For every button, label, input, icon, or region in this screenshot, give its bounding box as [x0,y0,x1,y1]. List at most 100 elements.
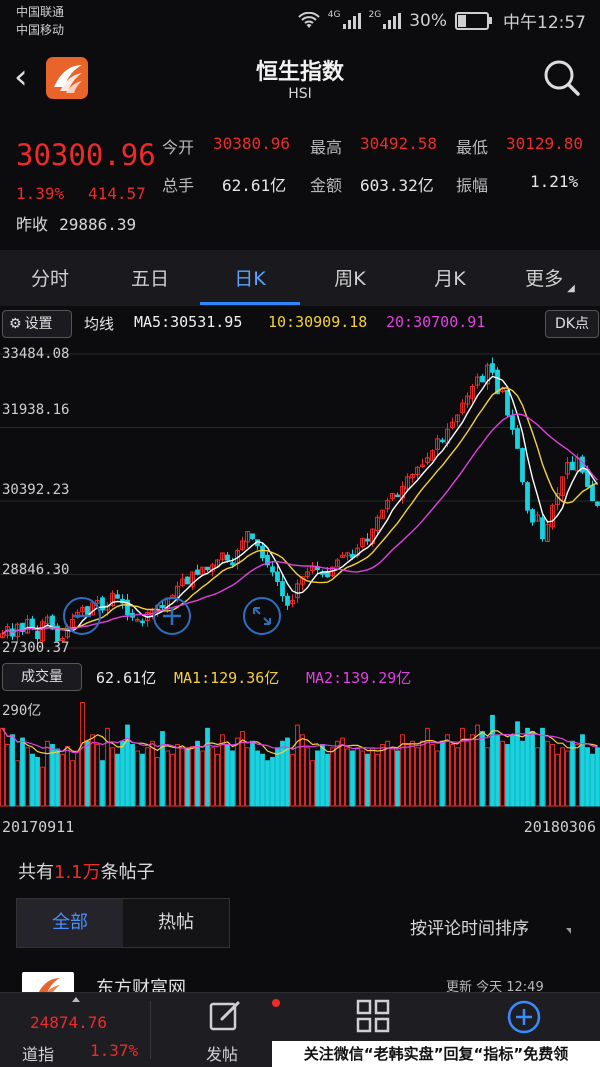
clock: 中午12:57 [503,13,586,33]
dow-index-value[interactable]: 24874.76 [30,1013,107,1032]
tab-hot-posts[interactable]: 热帖 [123,899,229,947]
dk-point-button[interactable]: DK点 [545,310,599,338]
volume-bar [455,747,460,807]
volume-bar [120,740,125,807]
prev-close-value: 29886.39 [59,215,137,234]
volume-bar [35,756,40,807]
network-2: 2G [368,9,382,20]
candle-body [595,501,600,506]
volume-bar [470,734,475,807]
candle-body [140,620,145,624]
tab-all-posts[interactable]: 全部 [17,899,123,947]
ma20-value: 20:30700.91 [386,313,486,331]
y-tick: 27300.37 [2,640,70,656]
candle-body [185,576,190,585]
search-icon[interactable] [540,56,584,100]
candle-body [275,571,280,582]
candle-body [365,538,370,542]
volume-bar [335,740,340,807]
volume-bar [330,747,335,807]
current-price: 30300.96 [16,138,156,172]
tab-more[interactable]: 更多 ◢ [500,250,600,306]
dow-index-percent: 1.37% [90,1041,139,1060]
tab-daily-k[interactable]: 日K [200,250,300,306]
volume-bar [420,740,425,807]
candle-body [250,533,255,540]
carrier-2: 中国移动 [16,23,65,37]
volume-bar: 成交量 62.61亿 MA1:129.36亿 MA2:139.29亿 [0,660,600,692]
volume-bar [85,740,90,807]
volume-chart[interactable]: 290亿 [0,692,600,808]
volume-bar [305,747,310,807]
tab-monthly-k[interactable]: 月K [400,250,500,306]
post-count-suffix: 条帖子 [100,862,155,883]
candle-body [440,439,445,443]
volume-bar [550,744,555,807]
zoom-out-icon[interactable] [62,596,102,636]
volume-bar [365,753,370,807]
high-value: 30492.58 [360,134,438,153]
settings-label: 设置 [24,316,53,332]
volume-bar [145,747,150,807]
tab-weekly-k[interactable]: 周K [300,250,400,306]
candle-body [510,415,515,430]
volume-bar [570,740,575,807]
candle-body [195,569,200,575]
volume-bar [165,750,170,807]
post-count-number: 1.1万 [54,862,101,883]
volume-bar [265,760,270,807]
zoom-in-icon[interactable] [152,596,192,636]
settings-button[interactable]: ⚙ 设置 [2,310,72,338]
ma-label: 均线 [84,315,115,333]
y-tick: 33484.08 [2,346,70,362]
volume-bar [50,744,55,807]
volume-bar [270,756,275,807]
grid-menu-icon[interactable] [356,999,390,1033]
volume-bar [405,744,410,807]
volume-bar [45,740,50,807]
volume-bar [545,740,550,807]
compose-label[interactable]: 发帖 [206,1041,238,1065]
volume-bar [430,744,435,807]
caret-up-icon[interactable] [72,997,80,1002]
tab-five-day[interactable]: 五日 [100,250,200,306]
wifi-icon [298,11,320,28]
volume-bar [275,747,280,807]
sort-dropdown[interactable]: 按评论时间排序 [410,914,529,939]
volume-bar [260,753,265,807]
volume-bar [560,747,565,807]
tab-intraday[interactable]: 分时 [0,250,100,306]
volume-bar [20,737,25,807]
candle-body [480,375,485,383]
volume-bar [295,724,300,807]
volume-bar [500,740,505,807]
volume-bar [465,740,470,807]
candle-body [590,484,595,502]
y-tick: 30392.23 [2,482,70,498]
notification-dot [272,999,280,1007]
status-bar: 中国联通 中国移动 4G 2G 30% 中午12:57 [0,0,600,44]
volume-bar [80,701,85,807]
volume-bar [345,748,350,807]
volume-bar [95,744,100,807]
volume-bar [445,734,450,807]
volume-bar [205,727,210,807]
add-watchlist-icon[interactable] [506,999,542,1035]
volume-indicator-button[interactable]: 成交量 [2,663,82,691]
volume-bar [350,750,355,807]
volume-bar [75,750,80,807]
volume-bar [530,731,535,807]
compose-icon[interactable] [208,999,242,1033]
candlestick-chart[interactable]: 33484.08 31938.16 30392.23 28846.30 2730… [0,340,600,660]
volume-bar [320,744,325,807]
y-tick: 28846.30 [2,562,70,578]
volume-bar [525,727,530,807]
post-count: 共有1.1万条帖子 [18,858,155,884]
volume-bar [200,750,205,807]
candle-body [505,389,510,416]
fullscreen-icon[interactable] [242,596,282,636]
volume-bar [510,734,515,807]
volume-bar [190,745,195,807]
change-value: 414.57 [88,184,146,203]
volume-bar [100,760,105,807]
